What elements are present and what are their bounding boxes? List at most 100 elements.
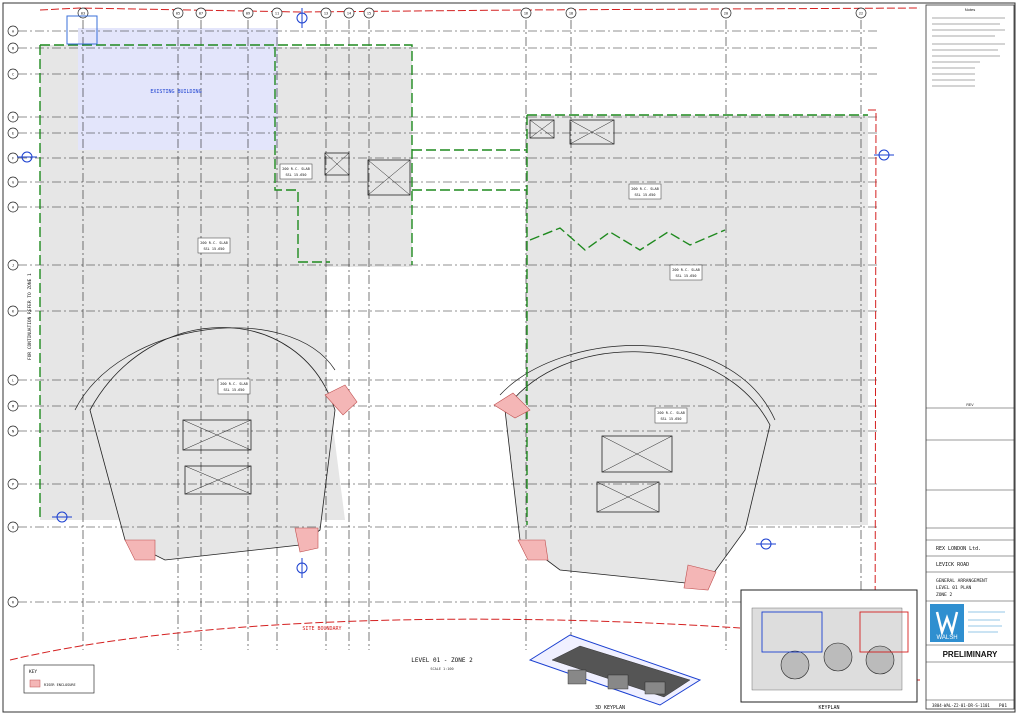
drawing-scale: SCALE 1:100 — [430, 667, 453, 671]
drawing-title: LEVEL 01 - ZONE 2 — [411, 657, 473, 664]
grid-row-label: C — [12, 73, 14, 77]
grid-row-label: H — [12, 206, 14, 210]
keyplan-3d-label: 3D KEYPLAN — [595, 705, 625, 711]
legend-swatch — [29, 679, 41, 688]
grid-column-bubble: 15 — [363, 7, 375, 19]
grid-row-label: B — [12, 47, 14, 51]
slab-tag-line-1: 200 R.C. SLAB — [200, 241, 227, 245]
grid-row-label: Q — [12, 526, 14, 530]
revision-heading: REV — [966, 403, 974, 407]
slab-tag-line-1: 200 R.C. SLAB — [220, 382, 247, 386]
grid-row-bubble: A — [7, 25, 19, 37]
slab-tag: 200 R.C. SLAB SSL 15.650 — [628, 183, 662, 200]
section-marker[interactable] — [756, 538, 776, 550]
project-name: LEVICK ROAD — [936, 562, 969, 568]
section-marker[interactable] — [874, 149, 894, 161]
section-marker[interactable] — [296, 8, 308, 28]
slab-tag: 200 R.C. SLAB SSL 15.650 — [669, 264, 703, 281]
grid-row-bubble: L — [7, 374, 19, 386]
grid-row-bubble: R — [7, 596, 19, 608]
slab-tag-line-1: 200 R.C. SLAB — [672, 268, 699, 272]
grid-column-bubble: 09 — [242, 7, 254, 19]
grid-row-label: L — [12, 379, 14, 383]
title-block: Notes REV REX LONDON Ltd. LEVICK ROAD GE… — [925, 4, 1015, 710]
grid-row-bubble: P — [7, 478, 19, 490]
section-marker[interactable] — [296, 558, 308, 578]
grid-row-bubble: K — [7, 305, 19, 317]
slab-tag-line-2: SSL 15.650 — [660, 417, 681, 421]
legend: KEY RISER ENCLOSURE — [23, 664, 95, 694]
status-label: PRELIMINARY — [943, 650, 998, 659]
site-boundary-label: SITE BOUNDARY — [302, 626, 341, 632]
slab-tag: 200 R.C. SLAB SSL 15.650 — [654, 407, 688, 424]
drawing-title-line-3: ZONE 2 — [936, 592, 953, 598]
grid-column-label: 22 — [859, 12, 863, 16]
grid-column-bubble: 14 — [343, 7, 355, 19]
grid-column-label: 11 — [275, 12, 279, 16]
slab-tag: 200 R.C. SLAB SSL 15.650 — [197, 237, 231, 254]
legend-title: KEY — [29, 669, 37, 675]
side-note: FOR CONTINUATION REFER TO ZONE 1 — [27, 273, 33, 360]
slab-tag-line-1: 200 R.C. SLAB — [631, 187, 658, 191]
grid-row-label: M — [12, 405, 14, 409]
keyplan: KEYPLAN — [740, 589, 918, 711]
grid-column-bubbles: 03 05 07 09 11 13 14 15 16 18 20 22 — [77, 7, 867, 19]
slab-tag-line-2: SSL 15.650 — [285, 173, 306, 177]
grid-row-bubble: H — [7, 201, 19, 213]
grid-column-bubble: 18 — [565, 7, 577, 19]
grid-column-bubble: 20 — [720, 7, 732, 19]
grid-column-bubble: 13 — [320, 7, 332, 19]
grid-row-bubble: Q — [7, 521, 19, 533]
grid-row-bubble: N — [7, 425, 19, 437]
slab-tag-line-2: SSL 15.650 — [675, 274, 696, 278]
grid-column-label: 18 — [569, 12, 573, 16]
grid-row-bubble: C — [7, 68, 19, 80]
drawing-sheet: 200 R.C. SLAB SSL 15.650 200 R.C. SLAB SSL … — [2, 2, 1016, 713]
grid-row-label: G — [12, 181, 14, 185]
drawing-title-line-2: LEVEL 01 PLAN — [936, 585, 972, 591]
drawing-number: 3804-WAL-Z2-01-DR-S-1101 — [932, 703, 990, 708]
grid-row-label: J — [12, 264, 14, 268]
grid-column-label: 16 — [524, 12, 528, 16]
grid-column-label: 15 — [367, 12, 371, 16]
grid-column-bubble: 16 — [520, 7, 532, 19]
grid-column-label: 13 — [324, 12, 328, 16]
client-name: REX LONDON Ltd. — [936, 546, 981, 552]
keyplan-label: KEYPLAN — [818, 705, 839, 711]
grid-column-bubble: 07 — [195, 7, 207, 19]
grid-row-bubble: J — [7, 259, 19, 271]
slab-tag-line-2: SSL 15.650 — [203, 247, 224, 251]
grid-row-bubble: M — [7, 400, 19, 412]
grid-column-bubble: 22 — [855, 7, 867, 19]
section-marker[interactable] — [17, 151, 37, 163]
slab-tag: 200 R.C. SLAB SSL 15.650 — [217, 378, 251, 395]
slab-tag-line-1: 200 R.C. SLAB — [657, 411, 684, 415]
grid-row-label: N — [12, 430, 14, 434]
drawing-title-line-1: GENERAL ARRANGEMENT — [936, 578, 988, 584]
grid-row-bubbles: A B C D E F G H J K L M N P Q R — [7, 25, 19, 608]
keyplan-3d: 3D KEYPLAN — [528, 634, 702, 711]
company-name: WALSH — [936, 635, 957, 641]
grid-row-bubble: D — [7, 111, 19, 123]
grid-column-label: 07 — [199, 12, 203, 16]
slab-tag: 200 R.C. SLAB SSL 15.650 — [279, 163, 313, 180]
grid-column-label: 09 — [246, 12, 250, 16]
legend-item-label: RISER ENCLOSURE — [44, 683, 76, 687]
grid-column-label: 20 — [724, 12, 728, 16]
grid-column-label: 14 — [347, 12, 351, 16]
grid-row-bubble: F — [7, 152, 19, 164]
grid-row-label: D — [12, 116, 14, 120]
grid-row-bubble: G — [7, 176, 19, 188]
slab-tag-line-2: SSL 15.650 — [634, 193, 655, 197]
grid-row-label: F — [12, 157, 14, 161]
grid-column-label: 05 — [176, 12, 180, 16]
revision-number: P01 — [999, 703, 1007, 709]
grid-column-bubble: 05 — [172, 7, 184, 19]
grid-row-bubble: B — [7, 42, 19, 54]
grid-row-bubble: E — [7, 127, 19, 139]
existing-building-label: EXISTING BUILDING — [150, 89, 201, 95]
grid-row-label: P — [12, 483, 14, 487]
grid-row-label: E — [12, 132, 14, 136]
slab-tag-line-2: SSL 15.650 — [223, 388, 244, 392]
grid-column-label: 03 — [81, 12, 85, 16]
